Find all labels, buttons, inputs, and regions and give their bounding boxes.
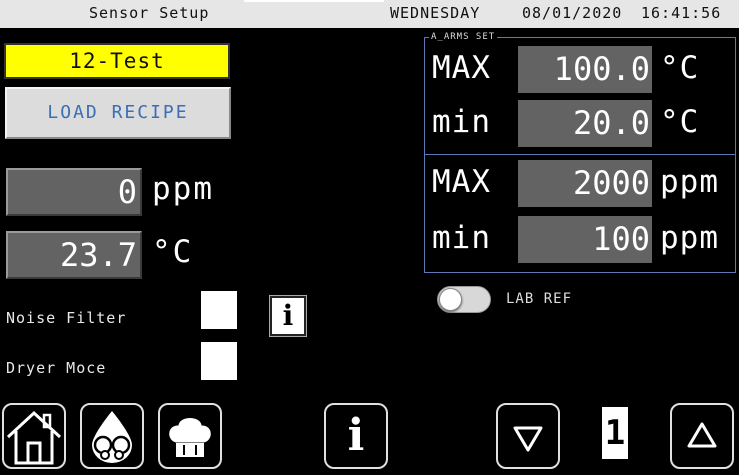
ppm-max-unit: ppm xyxy=(660,164,719,200)
temp-min-unit: °C xyxy=(660,104,700,140)
ppm-min-input[interactable]: 100 xyxy=(518,216,652,263)
recipe-name-field[interactable]: 12-Test xyxy=(4,43,230,79)
page-up-button[interactable] xyxy=(670,403,734,469)
temp-max-input[interactable]: 100.0 xyxy=(518,46,652,93)
page-down-button[interactable] xyxy=(496,403,560,469)
lab-ref-label: LAB REF xyxy=(506,291,573,307)
ppm-max-input[interactable]: 2000 xyxy=(518,160,652,207)
temperature-unit: °C xyxy=(152,234,194,270)
home-button[interactable] xyxy=(2,403,66,469)
triangle-down-icon xyxy=(513,426,543,452)
status-bar: Sensor Setup WEDNESDAY 08/01/2020 16:41:… xyxy=(0,0,739,28)
ppm-reading: 0 xyxy=(6,168,142,216)
dryer-mode-checkbox[interactable] xyxy=(201,342,237,380)
clock: 16:41:56 xyxy=(641,4,722,22)
ppm-unit: ppm xyxy=(152,171,214,207)
status-bar-accent xyxy=(244,0,384,2)
info-button-label: i xyxy=(347,410,365,461)
options-info-button[interactable]: i xyxy=(269,295,307,337)
noise-filter-checkbox[interactable] xyxy=(201,291,237,329)
screen-title: Sensor Setup xyxy=(89,4,210,22)
home-icon xyxy=(6,410,62,465)
chef-hat-icon xyxy=(168,417,212,457)
alarms-divider xyxy=(425,154,735,155)
sensor-button[interactable] xyxy=(80,403,144,469)
temp-min-label: min xyxy=(432,104,491,140)
triangle-up-icon xyxy=(687,422,717,448)
toggle-knob xyxy=(439,288,462,311)
alarms-panel-title: A_ARMS SET xyxy=(429,32,498,42)
recipe-button[interactable] xyxy=(158,403,222,469)
alarms-panel: A_ARMS SET MAX 100.0 °C min 20.0 °C MAX … xyxy=(424,32,736,273)
info-button[interactable]: i xyxy=(324,403,388,469)
date: 08/01/2020 xyxy=(522,4,623,22)
temp-min-input[interactable]: 20.0 xyxy=(518,100,652,147)
ppm-max-label: MAX xyxy=(432,164,491,200)
ppm-min-label: min xyxy=(432,220,491,256)
drop-glasses-icon xyxy=(92,411,132,463)
noise-filter-label: Noise Filter xyxy=(6,309,127,327)
dryer-mode-label: Dryer Moce xyxy=(6,359,107,377)
lab-ref-toggle[interactable] xyxy=(437,286,491,313)
ppm-min-unit: ppm xyxy=(660,220,719,256)
temp-max-unit: °C xyxy=(660,50,700,86)
weekday: WEDNESDAY xyxy=(390,4,481,22)
temperature-reading: 23.7 xyxy=(6,231,142,279)
temp-max-label: MAX xyxy=(432,50,491,86)
page-number: 1 xyxy=(602,407,628,459)
load-recipe-button[interactable]: LOAD RECIPE xyxy=(5,87,231,139)
